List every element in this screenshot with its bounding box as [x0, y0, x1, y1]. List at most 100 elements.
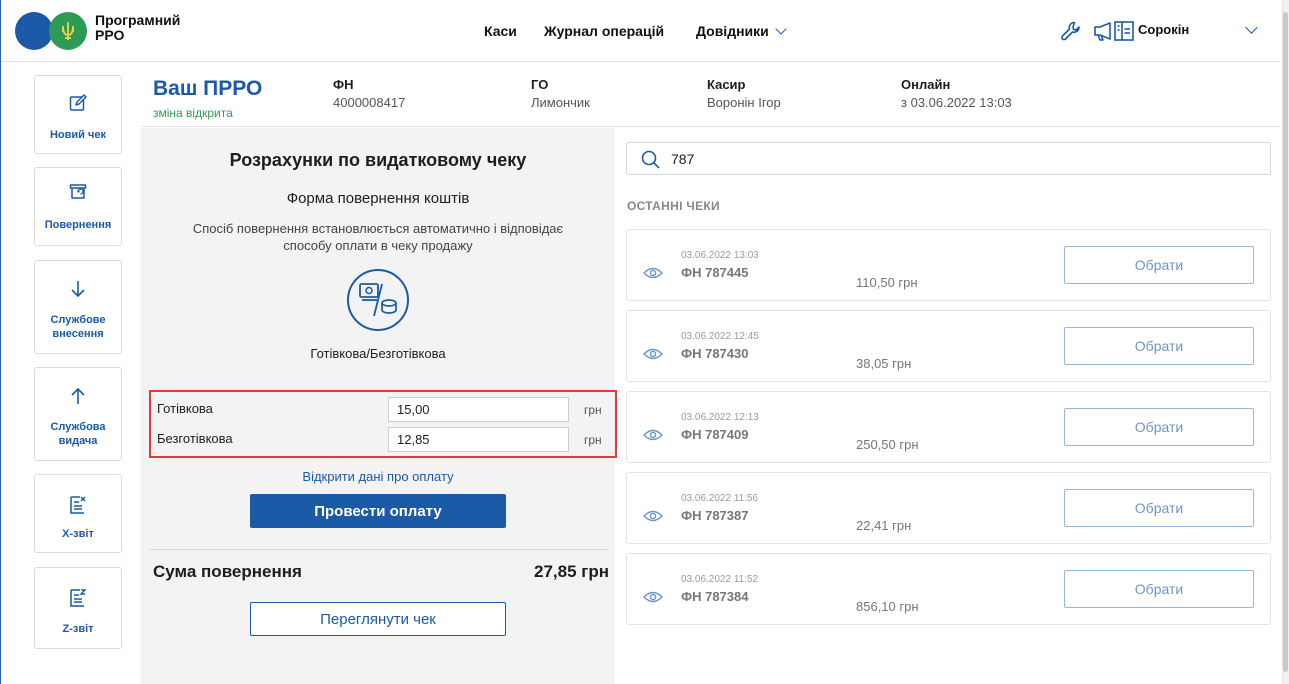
refund-description: Спосіб повернення встановлюється автомат…: [141, 220, 615, 254]
building-icon[interactable]: [1113, 20, 1135, 42]
trident-logo-icon: [49, 12, 87, 50]
receipt-time: 03.06.2022 11:56: [681, 493, 759, 504]
receipt-card: 03.06.2022 11:52 ФН 787384 856,10 грн Об…: [626, 553, 1271, 625]
receipt-card: 03.06.2022 12:45 ФН 787430 38,05 грн Обр…: [626, 310, 1271, 382]
sidebar-item-label: Повернення: [44, 219, 112, 231]
receipt-time: 03.06.2022 11:52: [681, 574, 759, 585]
select-receipt-button[interactable]: Обрати: [1064, 489, 1254, 527]
payment-type-label: Готівкова/Безготівкова: [310, 346, 446, 361]
make-payment-button[interactable]: Провести оплату: [250, 494, 506, 528]
nav-journal[interactable]: Журнал операцій: [544, 0, 664, 62]
sidebar-item-label: Х-звіт: [62, 528, 94, 540]
refund-sum-value: 27,85 грн: [534, 562, 609, 581]
select-receipt-button[interactable]: Обрати: [1064, 327, 1254, 365]
z-report-icon: [70, 589, 87, 607]
nav-dovidnyky[interactable]: Довідники: [696, 0, 787, 62]
sidebar-item-label: Новий чек: [49, 129, 106, 141]
refund-sum-label: Сума повернення: [153, 562, 302, 581]
search-icon: [641, 150, 660, 169]
refund-description-line1: Спосіб повернення встановлюється автомат…: [192, 221, 564, 236]
receipt-card: 03.06.2022 12:13 ФН 787409 250,50 грн Об…: [626, 391, 1271, 463]
sidebar-item-service-deposit[interactable]: Службове внесення: [34, 260, 122, 354]
receipt-fn: ФН 787387: [681, 508, 749, 523]
receipt-sum: 110,50 грн: [856, 275, 918, 290]
receipt-card: 03.06.2022 11:56 ФН 787387 22,41 грн Обр…: [626, 472, 1271, 544]
sidebar-item-label: Z-звіт: [62, 623, 94, 635]
eye-icon[interactable]: [643, 347, 663, 361]
app-title-line2: РРО: [95, 27, 125, 43]
fn-label: ФН: [333, 77, 354, 92]
select-receipt-button[interactable]: Обрати: [1064, 246, 1254, 284]
return-icon: [69, 184, 87, 199]
select-receipt-button[interactable]: Обрати: [1064, 570, 1254, 608]
shift-info-row: Ваш ПРРО зміна відкрита ФН 4000008417 ГО…: [141, 63, 1280, 127]
eye-icon[interactable]: [643, 428, 663, 442]
receipt-fn: ФН 787409: [681, 427, 749, 442]
cash-currency: грн: [584, 403, 602, 417]
sidebar-item-z-report[interactable]: Z-звіт: [34, 567, 122, 649]
edit-icon: [69, 94, 87, 111]
scrollbar[interactable]: [1282, 0, 1289, 684]
view-receipt-button[interactable]: Переглянути чек: [250, 602, 506, 636]
cashier-value: Воронін Ігор: [707, 95, 781, 110]
go-label: ГО: [531, 77, 549, 92]
receipt-sum: 38,05 грн: [856, 356, 912, 371]
search-field[interactable]: 787: [626, 142, 1271, 175]
logo-blue-circle: [15, 12, 53, 50]
cash-amount-input[interactable]: 15,00: [388, 397, 569, 422]
app-title: Програмний РРО: [95, 13, 180, 43]
megaphone-icon[interactable]: [1093, 20, 1115, 42]
brand-title: Ваш ПРРО: [153, 77, 263, 100]
chevron-down-icon: [775, 23, 787, 35]
refund-title: Розрахунки по видатковому чеку: [229, 150, 527, 170]
refund-subtitle: Форма повернення коштів: [286, 190, 470, 207]
user-name[interactable]: Сорокін: [1138, 22, 1189, 37]
eye-icon[interactable]: [643, 509, 663, 523]
recent-receipts-title: ОСТАННІ ЧЕКИ: [627, 199, 720, 213]
refund-description-line2: способу оплати в чеку продажу: [283, 238, 473, 253]
arrow-down-icon: [71, 281, 85, 297]
receipt-fn: ФН 787430: [681, 346, 749, 361]
receipt-time: 03.06.2022 12:45: [681, 331, 759, 342]
go-value: Лимончик: [531, 95, 590, 110]
top-header: Програмний РРО Каси Журнал операцій Дові…: [1, 0, 1280, 62]
refund-panel: Розрахунки по видатковому чеку Форма пов…: [141, 128, 617, 684]
noncash-label: Безготівкова: [157, 431, 233, 446]
divider: [149, 549, 609, 550]
sidebar-item-label: Службове внесення: [50, 314, 106, 340]
noncash-amount-input[interactable]: 12,85: [388, 427, 569, 452]
noncash-currency: грн: [584, 433, 602, 447]
receipt-sum: 250,50 грн: [856, 437, 919, 452]
shift-status: зміна відкрита: [153, 106, 233, 120]
eye-icon[interactable]: [643, 266, 663, 280]
select-receipt-button[interactable]: Обрати: [1064, 408, 1254, 446]
app-title-line1: Програмний: [95, 12, 181, 28]
sidebar-item-x-report[interactable]: Х-звіт: [34, 474, 122, 553]
cashier-label: Касир: [707, 77, 746, 92]
user-menu-chevron-icon[interactable]: [1245, 21, 1258, 34]
eye-icon[interactable]: [643, 590, 663, 604]
sidebar-item-return[interactable]: Повернення: [34, 167, 122, 246]
receipt-sum: 22,41 грн: [856, 518, 912, 533]
sidebar-item-new-receipt[interactable]: Новий чек: [34, 75, 122, 154]
receipt-time: 03.06.2022 12:13: [681, 412, 759, 423]
online-label: Онлайн: [901, 77, 951, 92]
receipt-sum: 856,10 грн: [856, 599, 919, 614]
open-payment-data-link[interactable]: Відкрити дані про оплату: [141, 469, 615, 484]
search-input[interactable]: 787: [671, 151, 694, 167]
receipt-fn: ФН 787384: [681, 589, 749, 604]
noncash-row: Безготівкова 12,85 грн: [151, 424, 615, 454]
sidebar-item-service-withdraw[interactable]: Службова видача: [34, 367, 122, 461]
sidebar-item-label: Службова видача: [50, 421, 106, 447]
fn-value: 4000008417: [333, 95, 406, 110]
scrollbar-thumb[interactable]: [1283, 12, 1288, 672]
x-report-icon: [70, 496, 86, 514]
arrow-up-icon: [71, 388, 85, 404]
receipt-card: 03.06.2022 13:03 ФН 787445 110,50 грн Об…: [626, 229, 1271, 301]
online-value: з 03.06.2022 13:03: [901, 95, 1012, 110]
wrench-icon[interactable]: [1060, 20, 1082, 42]
receipt-fn: ФН 787445: [681, 265, 749, 280]
nav-kasy[interactable]: Каси: [484, 0, 517, 62]
receipt-time: 03.06.2022 13:03: [681, 250, 759, 261]
cash-card-payment-icon: [347, 269, 409, 331]
